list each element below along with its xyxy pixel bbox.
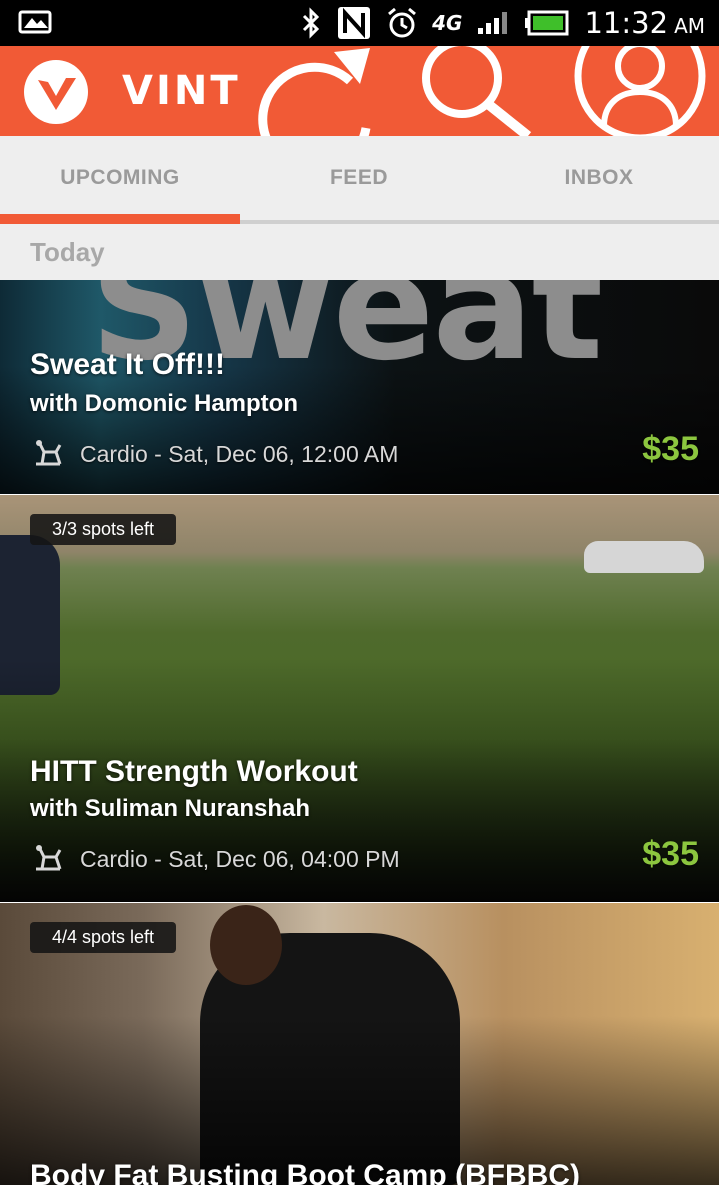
app-title: VINT (122, 68, 241, 114)
class-title: HITT Strength Workout (30, 755, 358, 788)
tab-upcoming[interactable]: UPCOMING (0, 136, 240, 220)
tab-indicator (0, 214, 240, 224)
class-instructor: with Domonic Hampton (30, 390, 298, 417)
class-title: Body Fat Busting Boot Camp (BFBBC) (30, 1159, 580, 1185)
class-price: $35 (642, 430, 699, 468)
status-bar: 4G 11:32 AM (0, 0, 719, 46)
class-datetime: Sat, Dec 06, 12:00 AM (168, 440, 399, 467)
class-category: Cardio (80, 440, 148, 467)
spots-badge: 3/3 spots left (30, 514, 177, 545)
class-price: $35 (642, 835, 699, 873)
class-card[interactable]: 3/3 spots left HITT Strength Workout wit… (0, 495, 719, 902)
signal-icon (476, 10, 510, 36)
alarm-icon (386, 6, 418, 40)
class-card[interactable]: 4/4 spots left Body Fat Busting Boot Cam… (0, 903, 719, 1185)
cardio-icon (30, 438, 66, 470)
class-title: Sweat It Off!!! (30, 348, 225, 381)
card-shade (0, 365, 719, 494)
meta-separator: - (147, 845, 169, 872)
class-datetime: Sat, Dec 06, 04:00 PM (168, 845, 400, 872)
meta-separator: - (147, 440, 169, 467)
section-header: Today (0, 224, 719, 280)
vint-logo-icon[interactable] (24, 60, 88, 124)
bluetooth-icon (300, 7, 322, 39)
network-4g-icon: 4G (432, 11, 463, 35)
gallery-icon (18, 9, 54, 35)
section-label: Today (30, 237, 105, 267)
battery-icon (524, 10, 570, 36)
cardio-icon (30, 843, 66, 875)
refresh-icon[interactable] (258, 46, 382, 136)
clock: 11:32 AM (584, 6, 705, 40)
class-instructor: with Suliman Nuranshah (30, 795, 311, 822)
class-meta: Cardio - Sat, Dec 06, 12:00 AM (30, 438, 398, 470)
clock-time: 11:32 (584, 6, 669, 40)
tab-bar: UPCOMING FEED INBOX (0, 136, 719, 224)
profile-icon[interactable] (574, 46, 719, 136)
parked-car (584, 541, 704, 573)
class-card[interactable]: Sweat Sweat It Off!!! with Domonic Hampt… (0, 280, 719, 494)
tab-inbox[interactable]: INBOX (479, 136, 719, 220)
nfc-icon (336, 5, 372, 41)
app-bar: VINT (0, 46, 719, 136)
class-category: Cardio (80, 845, 148, 872)
spots-badge: 4/4 spots left (30, 922, 177, 953)
person-head (210, 905, 282, 985)
search-icon[interactable] (420, 46, 534, 136)
tab-feed[interactable]: FEED (239, 136, 479, 220)
class-meta: Cardio - Sat, Dec 06, 04:00 PM (30, 843, 400, 875)
clock-ampm: AM (674, 14, 705, 38)
